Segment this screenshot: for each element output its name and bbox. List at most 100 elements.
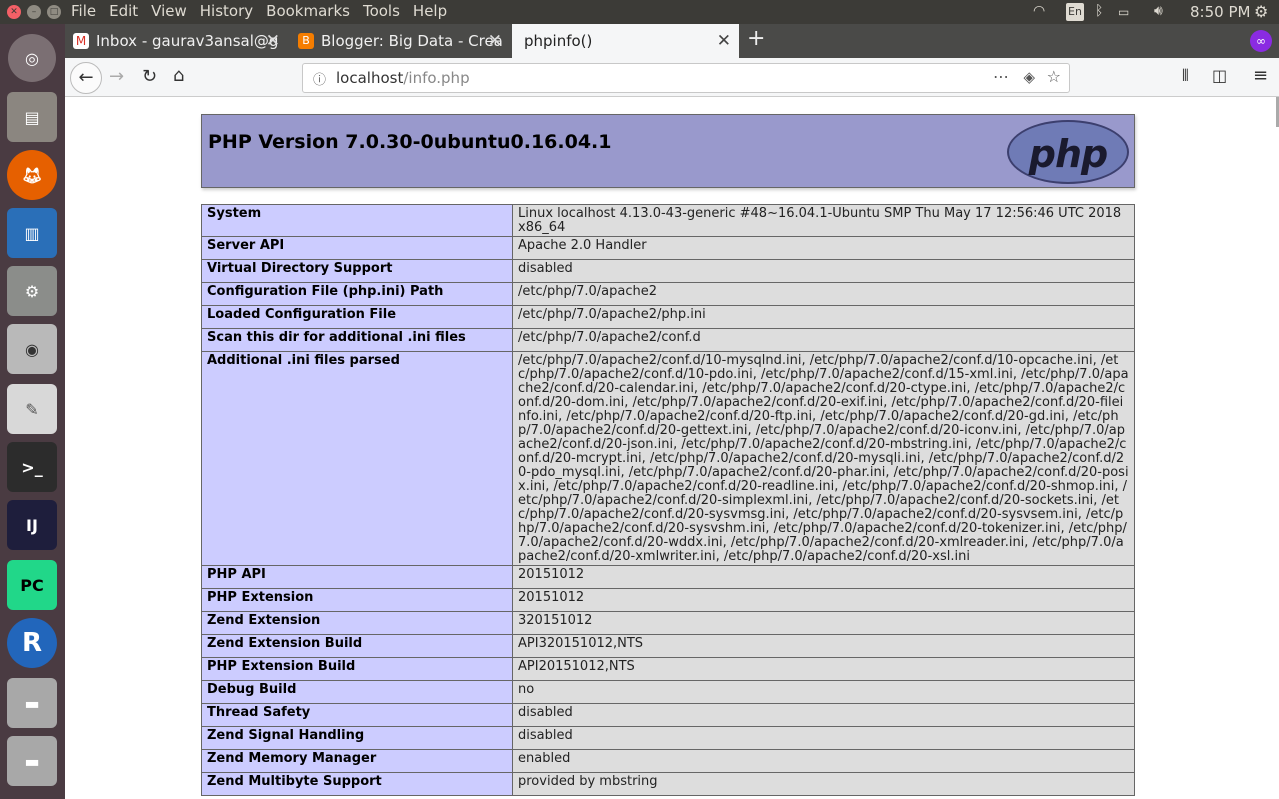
tab-phpinfo[interactable]: phpinfo() ✕ — [512, 24, 739, 58]
row-value: /etc/php/7.0/apache2/conf.d — [512, 328, 1135, 352]
row-key: Virtual Directory Support — [201, 259, 513, 283]
row-key: Zend Memory Manager — [201, 749, 513, 773]
row-key: Zend Multibyte Support — [201, 772, 513, 796]
files-icon[interactable]: ▤ — [7, 92, 57, 142]
row-value: disabled — [512, 703, 1135, 727]
intellij-icon[interactable]: IJ — [7, 500, 57, 550]
volume-icon[interactable]: 🔊︎ — [1154, 3, 1163, 19]
sidebar-icon[interactable]: ◫ — [1212, 66, 1227, 85]
bookmark-star-icon[interactable]: ☆ — [1047, 67, 1061, 86]
row-value: disabled — [512, 726, 1135, 750]
window-close-button[interactable]: ✕ — [7, 5, 21, 19]
disk-icon[interactable]: ▬ — [7, 678, 57, 728]
gmail-icon: M — [73, 33, 89, 49]
close-icon[interactable]: ✕ — [488, 24, 502, 58]
menu-history[interactable]: History — [200, 2, 253, 20]
url-bar[interactable]: ⓘ localhost/info.php ⋯ ◈ ☆ — [302, 63, 1070, 93]
table-row: Loaded Configuration File/etc/php/7.0/ap… — [201, 305, 1135, 329]
table-row: Zend Signal Handling disabled — [201, 726, 1135, 750]
url-text[interactable]: localhost/info.php — [336, 69, 470, 87]
bluetooth-icon[interactable]: ᛒ — [1095, 3, 1103, 19]
row-key: Debug Build — [201, 680, 513, 704]
reload-button[interactable]: ↻ — [142, 66, 157, 87]
tab-label: Inbox - gaurav3ansal@g — [96, 32, 279, 50]
php-logo: php — [1007, 120, 1129, 184]
pycharm-icon[interactable]: PC — [7, 560, 57, 610]
text-editor-icon[interactable]: ✎ — [7, 384, 57, 434]
firefox-icon[interactable]: 🦊︎ — [7, 150, 57, 200]
table-row: Additional .ini files parsed/etc/php/7.0… — [201, 351, 1135, 566]
row-value: API320151012,NTS — [512, 634, 1135, 658]
r-icon[interactable]: R — [7, 618, 57, 668]
camera-icon[interactable]: ◉ — [7, 324, 57, 374]
row-key: Zend Extension Build — [201, 634, 513, 658]
url-path: /info.php — [403, 69, 470, 87]
table-row: PHP API 20151012 — [201, 565, 1135, 589]
table-row: Thread Safety disabled — [201, 703, 1135, 727]
close-icon[interactable]: ✕ — [717, 24, 731, 58]
menu-file[interactable]: File — [71, 2, 96, 20]
table-row: Server API Apache 2.0 Handler — [201, 236, 1135, 260]
table-row: Configuration File (php.ini) Path/etc/ph… — [201, 282, 1135, 306]
library-icon[interactable]: ⫴ — [1182, 66, 1189, 86]
row-key: Server API — [201, 236, 513, 260]
table-row: Zend Extension 320151012 — [201, 611, 1135, 635]
php-logo-text: php — [1028, 132, 1108, 176]
launcher: ◎ ▤ 🦊︎ ▥ ⚙ ◉ ✎ >_ IJ PC R ▬ ▬ — [0, 24, 65, 799]
menu-view[interactable]: View — [151, 2, 187, 20]
forward-button[interactable]: → — [109, 66, 124, 87]
blogger-icon: B — [298, 33, 314, 49]
row-value: no — [512, 680, 1135, 704]
table-row: Zend Extension Build API320151012,NTS — [201, 634, 1135, 658]
ubuntu-dash-icon[interactable]: ◎ — [8, 34, 56, 82]
row-value: /etc/php/7.0/apache2 — [512, 282, 1135, 306]
row-value: disabled — [512, 259, 1135, 283]
window-maximize-button[interactable]: □ — [47, 5, 61, 19]
terminal-icon[interactable]: >_ — [7, 442, 57, 492]
hamburger-menu-icon[interactable]: ≡ — [1253, 65, 1268, 86]
row-key: Scan this dir for additional .ini files — [201, 328, 513, 352]
page-viewport: PHP Version 7.0.30-0ubuntu0.16.04.1 php … — [65, 97, 1279, 799]
row-value: API20151012,NTS — [512, 657, 1135, 681]
table-row: Virtual Directory Support disabled — [201, 259, 1135, 283]
row-key: Thread Safety — [201, 703, 513, 727]
menu-tools[interactable]: Tools — [363, 2, 400, 20]
info-icon[interactable]: ⓘ — [313, 69, 326, 88]
tab-blogger[interactable]: B Blogger: Big Data - Crea ✕ — [290, 24, 510, 58]
page-actions-icon[interactable]: ⋯ — [993, 67, 1009, 86]
table-row: Debug Build no — [201, 680, 1135, 704]
row-key: Loaded Configuration File — [201, 305, 513, 329]
gear-icon[interactable]: ⚙ — [1254, 2, 1268, 21]
php-header: PHP Version 7.0.30-0ubuntu0.16.04.1 php — [201, 114, 1135, 188]
new-tab-button[interactable]: + — [747, 26, 765, 51]
clock[interactable]: 8:50 PM — [1190, 3, 1250, 21]
info-table: System Linux localhost 4.13.0-43-generic … — [201, 204, 1135, 796]
page-title: PHP Version 7.0.30-0ubuntu0.16.04.1 — [208, 131, 612, 153]
row-value: Apache 2.0 Handler — [512, 236, 1135, 260]
writer-icon[interactable]: ▥ — [7, 208, 57, 258]
top-panel: ✕ – □ File Edit View History Bookmarks T… — [0, 0, 1279, 24]
row-key: Zend Signal Handling — [201, 726, 513, 750]
keyboard-layout-indicator[interactable]: En — [1066, 3, 1084, 21]
back-button[interactable]: ← — [70, 62, 102, 94]
wifi-icon[interactable]: ◠ — [1033, 3, 1045, 19]
menu-edit[interactable]: Edit — [109, 2, 138, 20]
tab-inbox[interactable]: M Inbox - gaurav3ansal@g ✕ — [65, 24, 288, 58]
close-icon[interactable]: ✕ — [266, 24, 280, 58]
row-key: Zend Extension — [201, 611, 513, 635]
disk-icon[interactable]: ▬ — [7, 736, 57, 786]
settings-icon[interactable]: ⚙ — [7, 266, 57, 316]
home-button[interactable]: ⌂ — [173, 65, 184, 86]
menu-bookmarks[interactable]: Bookmarks — [266, 2, 350, 20]
row-value: Linux localhost 4.13.0-43-generic #48~16… — [512, 204, 1135, 237]
row-value: enabled — [512, 749, 1135, 773]
menu-help[interactable]: Help — [413, 2, 447, 20]
table-row: Zend Memory Manager enabled — [201, 749, 1135, 773]
window-minimize-button[interactable]: – — [27, 5, 41, 19]
row-value: 20151012 — [512, 565, 1135, 589]
battery-icon[interactable]: ▭ — [1118, 5, 1129, 19]
pocket-icon[interactable]: ◈ — [1023, 68, 1035, 86]
row-value: /etc/php/7.0/apache2/php.ini — [512, 305, 1135, 329]
row-key: Additional .ini files parsed — [201, 351, 513, 566]
table-row: System Linux localhost 4.13.0-43-generic … — [201, 204, 1135, 237]
